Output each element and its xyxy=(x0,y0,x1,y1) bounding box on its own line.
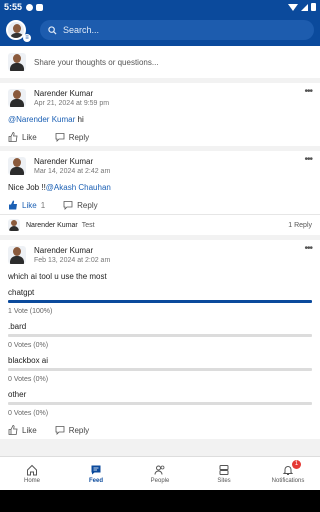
comment-icon xyxy=(63,201,73,210)
reply-count-link[interactable]: 1 Reply xyxy=(288,222,312,229)
status-time: 5:55 xyxy=(4,2,23,12)
poll-option[interactable]: other 0 Votes (0%) xyxy=(8,390,312,417)
post-author[interactable]: Narender Kumar xyxy=(34,157,110,166)
poll-option-label: chatgpt xyxy=(8,288,35,297)
post-composer[interactable]: Share your thoughts or questions... xyxy=(0,46,320,78)
battery-icon xyxy=(311,3,316,11)
mention-link[interactable]: @Akash Chauhan xyxy=(46,183,111,192)
wifi-icon xyxy=(288,3,298,11)
avatar xyxy=(8,53,26,71)
like-button[interactable]: Like 1 xyxy=(8,200,45,210)
nav-notifications[interactable]: 1 Notifications xyxy=(256,457,320,490)
poll-option[interactable]: blackbox ai 0 Votes (0%) xyxy=(8,356,312,383)
post-date: Feb 13, 2024 at 2:02 am xyxy=(34,257,111,264)
avatar[interactable] xyxy=(8,157,26,175)
poll-option-label: other xyxy=(8,390,27,399)
reply-label: Reply xyxy=(68,132,90,142)
poll-option-label: blackbox ai xyxy=(8,356,49,365)
poll-question: which ai tool u use the most xyxy=(8,272,107,281)
feed-post: Narender Kumar Feb 13, 2024 at 2:02 am •… xyxy=(0,240,320,439)
poll-vote-count: 1 Vote (100%) xyxy=(8,308,53,315)
post-text: hi xyxy=(75,115,84,124)
poll-progress-bar xyxy=(8,368,312,371)
reply-button[interactable]: Reply xyxy=(63,200,98,210)
nav-label: Notifications xyxy=(271,477,305,484)
profile-menu-button[interactable]: ≡ xyxy=(6,17,32,43)
poll-progress-bar xyxy=(8,402,312,405)
post-body: @Narender Kumar hi xyxy=(8,115,312,124)
like-button[interactable]: Like xyxy=(8,425,37,435)
feed-post: Narender Kumar Apr 21, 2024 at 9:59 pm •… xyxy=(0,83,320,146)
poll-progress-fill xyxy=(8,300,312,303)
nav-people[interactable]: People xyxy=(128,457,192,490)
search-placeholder: Search... xyxy=(63,25,100,35)
people-icon xyxy=(154,465,165,475)
poll-option[interactable]: chatgpt 1 Vote (100%) xyxy=(8,288,312,315)
nav-sites[interactable]: Sites xyxy=(192,457,256,490)
more-options-icon[interactable]: ••• xyxy=(304,87,312,97)
thumbs-up-filled-icon xyxy=(9,200,17,210)
post-author[interactable]: Narender Kumar xyxy=(34,89,109,98)
system-nav-bar xyxy=(0,490,320,512)
more-options-icon[interactable]: ••• xyxy=(304,244,312,254)
like-label: Like xyxy=(22,425,37,435)
menu-icon: ≡ xyxy=(23,34,31,42)
poll-vote-count: 0 Votes (0%) xyxy=(8,342,49,349)
bottom-nav: Home Feed People Sites 1 Notifications xyxy=(0,456,320,490)
like-label: Like xyxy=(22,200,37,210)
home-icon xyxy=(27,464,37,475)
app-header: ≡ Search... xyxy=(0,14,320,46)
mention-link[interactable]: @Narender Kumar xyxy=(8,115,75,124)
poll-options: chatgpt 1 Vote (100%) .bard 0 Votes (0%) bla… xyxy=(8,288,312,417)
reply-label: Reply xyxy=(77,200,98,210)
feed-icon xyxy=(91,465,101,474)
post-text: Nice Job !! xyxy=(8,183,46,192)
poll-option-label: .bard xyxy=(8,322,27,331)
avatar[interactable] xyxy=(8,89,26,107)
poll-vote-count: 0 Votes (0%) xyxy=(8,410,49,417)
comment-icon xyxy=(55,426,65,435)
thumbs-up-icon xyxy=(8,132,18,142)
reply-button[interactable]: Reply xyxy=(55,425,89,435)
reply-button[interactable]: Reply xyxy=(55,132,89,142)
post-date: Apr 21, 2024 at 9:59 pm xyxy=(34,100,110,107)
like-count: 1 xyxy=(40,200,46,210)
post-date: Mar 14, 2024 at 2:42 am xyxy=(34,168,111,175)
thumbs-up-icon xyxy=(8,425,18,435)
reply-label: Reply xyxy=(68,425,90,435)
feed-post: Narender Kumar Mar 14, 2024 at 2:42 am •… xyxy=(0,151,320,235)
comment-text: Test xyxy=(81,221,95,229)
nav-home[interactable]: Home xyxy=(0,457,64,490)
search-icon xyxy=(48,25,57,35)
status-bar: 5:55 xyxy=(0,0,320,14)
post-author[interactable]: Narender Kumar xyxy=(34,246,110,255)
app-status-icon xyxy=(36,3,44,11)
poll-progress-bar xyxy=(8,300,312,303)
post-body: Nice Job !!@Akash Chauhan xyxy=(8,183,312,192)
poll-vote-count: 0 Votes (0%) xyxy=(8,376,49,383)
notification-icon xyxy=(26,3,34,11)
nav-label: Feed xyxy=(88,477,103,484)
nav-label: Sites xyxy=(217,477,231,484)
search-input[interactable]: Search... xyxy=(40,20,314,40)
avatar xyxy=(8,219,20,231)
like-button[interactable]: Like xyxy=(8,132,37,142)
comment-icon xyxy=(55,133,65,142)
nav-label: Home xyxy=(23,477,40,484)
nav-label: People xyxy=(150,477,170,484)
notification-badge: 1 xyxy=(292,460,301,469)
comment-author: Narender Kumar xyxy=(26,221,78,229)
like-label: Like xyxy=(22,132,37,142)
feed-list[interactable]: Share your thoughts or questions... Nare… xyxy=(0,46,320,456)
nav-feed[interactable]: Feed xyxy=(64,457,128,490)
poll-option[interactable]: .bard 0 Votes (0%) xyxy=(8,322,312,349)
sites-icon xyxy=(219,464,229,475)
poll-progress-bar xyxy=(8,334,312,337)
avatar[interactable] xyxy=(8,246,26,264)
comment-preview[interactable]: Narender Kumar Test 1 Reply xyxy=(0,214,320,235)
composer-placeholder: Share your thoughts or questions... xyxy=(34,57,159,67)
more-options-icon[interactable]: ••• xyxy=(304,155,312,165)
signal-icon xyxy=(301,3,308,11)
